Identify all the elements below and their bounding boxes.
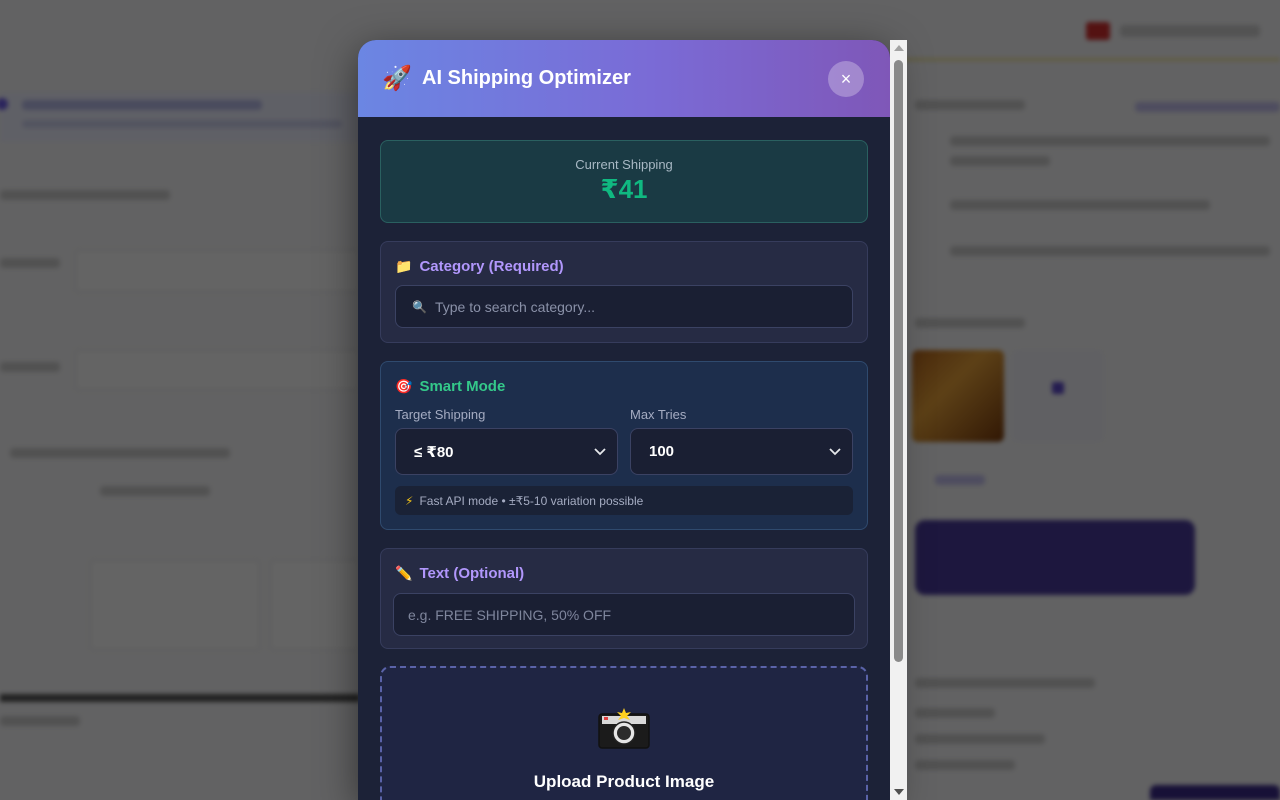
target-shipping-value: ≤ ₹80 <box>414 443 454 461</box>
current-shipping-value: ₹41 <box>600 174 648 204</box>
current-shipping-card: Current Shipping ₹41 <box>380 140 868 223</box>
scrollbar-thumb[interactable] <box>894 60 903 662</box>
target-shipping-label: Target Shipping <box>395 407 486 422</box>
camera-icon <box>598 708 650 749</box>
pencil-icon: ✏️ <box>395 565 413 581</box>
category-heading-label: Category (Required) <box>419 258 564 275</box>
shipping-optimizer-modal: 🚀 AI Shipping Optimizer × Current Shippi… <box>358 40 890 800</box>
scroll-down-arrow-icon[interactable] <box>894 789 904 795</box>
search-icon: 🔍 <box>412 299 427 314</box>
smart-mode-heading: 🎯 Smart Mode <box>395 378 853 395</box>
max-tries-label: Max Tries <box>630 407 687 422</box>
target-shipping-field: Target Shipping ≤ ₹80 <box>395 407 618 475</box>
modal-body: Current Shipping ₹41 📁 Category (Require… <box>358 117 890 800</box>
max-tries-select[interactable]: 100 <box>630 428 853 475</box>
overlay-text-input[interactable] <box>408 606 838 623</box>
text-heading-label: Text (Optional) <box>419 565 525 582</box>
close-icon: × <box>840 68 852 89</box>
target-icon: 🎯 <box>395 378 413 394</box>
max-tries-value: 100 <box>649 443 675 460</box>
max-tries-field: Max Tries 100 <box>630 407 853 475</box>
close-button[interactable]: × <box>828 61 864 97</box>
category-search-box[interactable]: 🔍 <box>395 285 853 328</box>
modal-title: AI Shipping Optimizer <box>422 67 631 89</box>
category-section: 📁 Category (Required) 🔍 <box>380 241 868 343</box>
overlay-text-field[interactable] <box>393 593 855 636</box>
chevron-down-icon <box>828 445 842 459</box>
text-section: ✏️ Text (Optional) <box>380 548 868 649</box>
category-heading: 📁 Category (Required) <box>395 258 853 275</box>
current-shipping-label: Current Shipping <box>575 157 673 172</box>
smart-mode-hint: ⚡ Fast API mode • ±₹5-10 variation possi… <box>395 486 853 515</box>
text-heading: ✏️ Text (Optional) <box>393 565 855 582</box>
modal-scrollbar[interactable] <box>890 40 907 800</box>
rocket-icon: 🚀 <box>382 65 412 92</box>
smart-mode-fields: Target Shipping ≤ ₹80 Max Tries 100 <box>395 407 853 475</box>
scroll-up-arrow-icon[interactable] <box>894 45 904 51</box>
chevron-down-icon <box>593 445 607 459</box>
smart-mode-section: 🎯 Smart Mode Target Shipping ≤ ₹80 Max T… <box>380 361 868 530</box>
modal-header: 🚀 AI Shipping Optimizer × <box>358 40 890 117</box>
smart-mode-heading-label: Smart Mode <box>419 378 506 395</box>
image-upload-dropzone[interactable]: Upload Product Image <box>380 666 868 800</box>
lightning-icon: ⚡ <box>405 493 414 508</box>
target-shipping-select[interactable]: ≤ ₹80 <box>395 428 618 475</box>
folder-icon: 📁 <box>395 258 413 274</box>
category-search-input[interactable] <box>434 298 815 315</box>
smart-mode-hint-text: Fast API mode • ±₹5-10 variation possibl… <box>419 493 644 508</box>
upload-label: Upload Product Image <box>533 772 715 791</box>
